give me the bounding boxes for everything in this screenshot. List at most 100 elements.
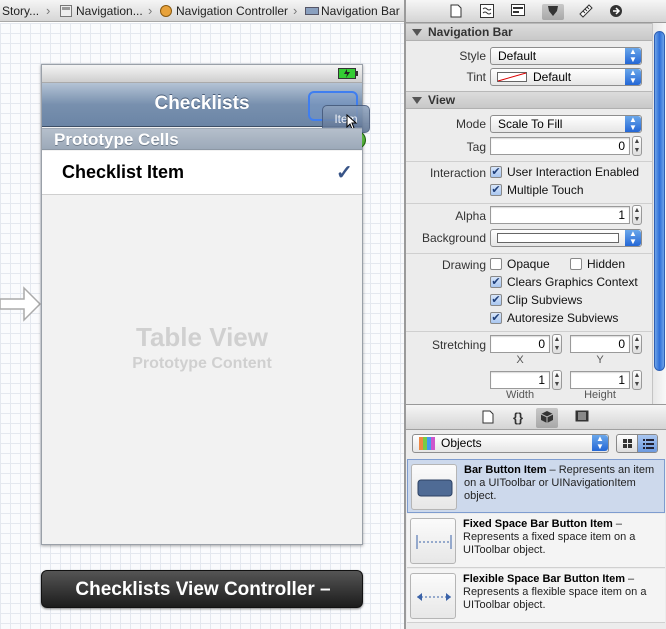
stretch-y-stepper[interactable]: ▲ ▼ xyxy=(632,334,642,354)
status-bar xyxy=(42,65,362,83)
navigation-bar[interactable]: Checklists xyxy=(42,83,362,127)
opaque-label: Opaque xyxy=(507,257,550,271)
inspector-scrollbar[interactable] xyxy=(652,23,666,404)
section-view[interactable]: View xyxy=(406,91,652,109)
stretch-y-field[interactable]: 0 xyxy=(570,335,630,353)
disclosure-triangle-icon[interactable] xyxy=(412,97,422,104)
chevron-right-icon: › xyxy=(293,3,298,18)
library-item-title: Fixed Space Bar Button Item xyxy=(463,518,613,530)
size-inspector-icon[interactable] xyxy=(578,4,594,20)
file-templates-icon[interactable] xyxy=(480,410,496,426)
tag-field[interactable]: 0 xyxy=(490,137,630,155)
breadcrumb: Story... › Navigation... › Navigation Co… xyxy=(0,0,404,22)
list-view-icon[interactable] xyxy=(638,435,657,452)
user-interaction-label: User Interaction Enabled xyxy=(507,165,640,179)
stretch-height-field[interactable]: 1 xyxy=(570,371,630,389)
section-label: Navigation Bar xyxy=(428,25,513,39)
section-title: Prototype Cells xyxy=(54,130,179,149)
identity-inspector-icon[interactable] xyxy=(510,4,526,20)
background-swatch-icon xyxy=(497,233,619,243)
alpha-label: Alpha xyxy=(455,209,486,223)
grid-view-icon[interactable] xyxy=(617,435,638,452)
mode-select[interactable]: Scale To Fill ▲ ▼ xyxy=(490,115,642,133)
chevron-right-icon: › xyxy=(148,3,153,18)
stretching-label: Stretching xyxy=(431,338,486,352)
library-filter-select[interactable]: Objects ▲ ▼ xyxy=(412,434,609,453)
stretch-x-field[interactable]: 0 xyxy=(490,335,550,353)
mode-label: Mode xyxy=(455,117,486,131)
divider xyxy=(406,253,652,254)
stretch-width-stepper[interactable]: ▲ ▼ xyxy=(552,370,562,390)
storyboard-canvas[interactable]: Checklists Item + Prototype Cells Checkl… xyxy=(0,23,404,629)
tint-select[interactable]: Default ▲ ▼ xyxy=(490,68,642,86)
breadcrumb-item-navigation-bar[interactable]: Navigation Bar xyxy=(321,4,400,18)
attributes-inspector-icon[interactable] xyxy=(542,4,564,20)
background-select[interactable]: ▲ ▼ xyxy=(490,229,642,247)
scrollbar-thumb[interactable] xyxy=(654,31,665,371)
library-item-text: Flexible Space Bar Button Item – Represe… xyxy=(463,573,661,612)
library-item-text: Fixed Space Bar Button Item – Represents… xyxy=(463,518,661,557)
mode-value: Scale To Fill xyxy=(498,117,563,131)
select-arrows-icon: ▲ ▼ xyxy=(625,69,641,85)
breadcrumb-item-navigation-controller[interactable]: Navigation Controller xyxy=(176,4,288,18)
fixed-space-icon xyxy=(410,518,456,564)
alpha-stepper[interactable]: ▲ ▼ xyxy=(632,205,642,225)
checkmark-icon: ✓ xyxy=(336,162,353,184)
table-view-placeholder-title: Table View xyxy=(136,322,268,352)
view-controller-scene[interactable]: Checklists Item + Prototype Cells Checkl… xyxy=(41,64,370,545)
breadcrumb-item-navigation-scene[interactable]: Navigation... xyxy=(76,4,143,18)
clip-subviews-label: Clip Subviews xyxy=(507,293,583,307)
disclosure-triangle-icon[interactable] xyxy=(412,29,422,36)
battery-icon xyxy=(338,68,358,79)
hidden-checkbox[interactable] xyxy=(570,258,582,270)
navigation-bar-icon xyxy=(305,5,319,17)
style-value: Default xyxy=(498,49,537,63)
media-library-icon[interactable] xyxy=(574,410,590,426)
opaque-checkbox[interactable] xyxy=(490,258,502,270)
autoresize-checkbox[interactable]: ✔ xyxy=(490,312,502,324)
tint-value: Default xyxy=(533,70,572,84)
library-tabs: {} xyxy=(406,404,666,430)
tint-swatch-icon xyxy=(497,72,527,82)
code-snippets-icon[interactable]: {} xyxy=(510,410,526,426)
stretch-width-field[interactable]: 1 xyxy=(490,371,550,389)
library-item[interactable]: Flexible Space Bar Button Item – Represe… xyxy=(407,569,665,623)
library-item[interactable]: Bar Button Item – Represents an item on … xyxy=(407,459,665,513)
connections-inspector-icon[interactable] xyxy=(608,4,624,20)
section-label: View xyxy=(428,93,456,107)
multiple-touch-checkbox[interactable]: ✔ xyxy=(490,184,502,196)
flexible-space-icon xyxy=(410,573,456,619)
tag-stepper[interactable]: ▲ ▼ xyxy=(632,136,642,156)
clip-subviews-checkbox[interactable]: ✔ xyxy=(490,294,502,306)
stretch-height-stepper[interactable]: ▲ ▼ xyxy=(632,370,642,390)
quick-help-icon[interactable] xyxy=(479,4,495,20)
attributes-inspector: Navigation Bar Style Default ▲ ▼ Tint Def… xyxy=(406,23,652,404)
segue-arrow-icon xyxy=(0,286,42,322)
navigation-controller-icon xyxy=(160,5,172,17)
width-label: Width xyxy=(505,389,535,401)
multiple-touch-label: Multiple Touch xyxy=(507,183,584,197)
select-arrows-icon: ▲ ▼ xyxy=(625,48,641,64)
clears-graphics-checkbox[interactable]: ✔ xyxy=(490,276,502,288)
style-select[interactable]: Default ▲ ▼ xyxy=(490,47,642,65)
breadcrumb-item-storyboard[interactable]: Story... xyxy=(2,4,39,18)
view-mode-toggle[interactable] xyxy=(616,434,658,453)
cell-label: Checklist Item xyxy=(62,162,185,182)
user-interaction-checkbox[interactable]: ✔ xyxy=(490,166,502,178)
filter-value: Objects xyxy=(441,436,482,450)
chevron-right-icon: › xyxy=(46,3,51,18)
library-item-text: Bar Button Item – Represents an item on … xyxy=(464,464,662,503)
section-navigation-bar[interactable]: Navigation Bar xyxy=(406,23,652,41)
file-inspector-icon[interactable] xyxy=(448,4,464,20)
object-library-icon[interactable] xyxy=(536,408,558,428)
prototype-cell[interactable]: Checklist Item ✓ xyxy=(42,151,362,195)
scene-title: Checklists View Controller – xyxy=(75,579,331,600)
library-item[interactable]: Fixed Space Bar Button Item – Represents… xyxy=(407,514,665,568)
tag-label: Tag xyxy=(466,140,486,154)
divider xyxy=(406,331,652,332)
scene-dock[interactable]: Checklists View Controller – xyxy=(41,570,363,608)
stretch-x-stepper[interactable]: ▲ ▼ xyxy=(552,334,562,354)
alpha-field[interactable]: 1 xyxy=(490,206,630,224)
select-arrows-icon: ▲ ▼ xyxy=(592,435,608,451)
tint-label: Tint xyxy=(466,70,486,84)
